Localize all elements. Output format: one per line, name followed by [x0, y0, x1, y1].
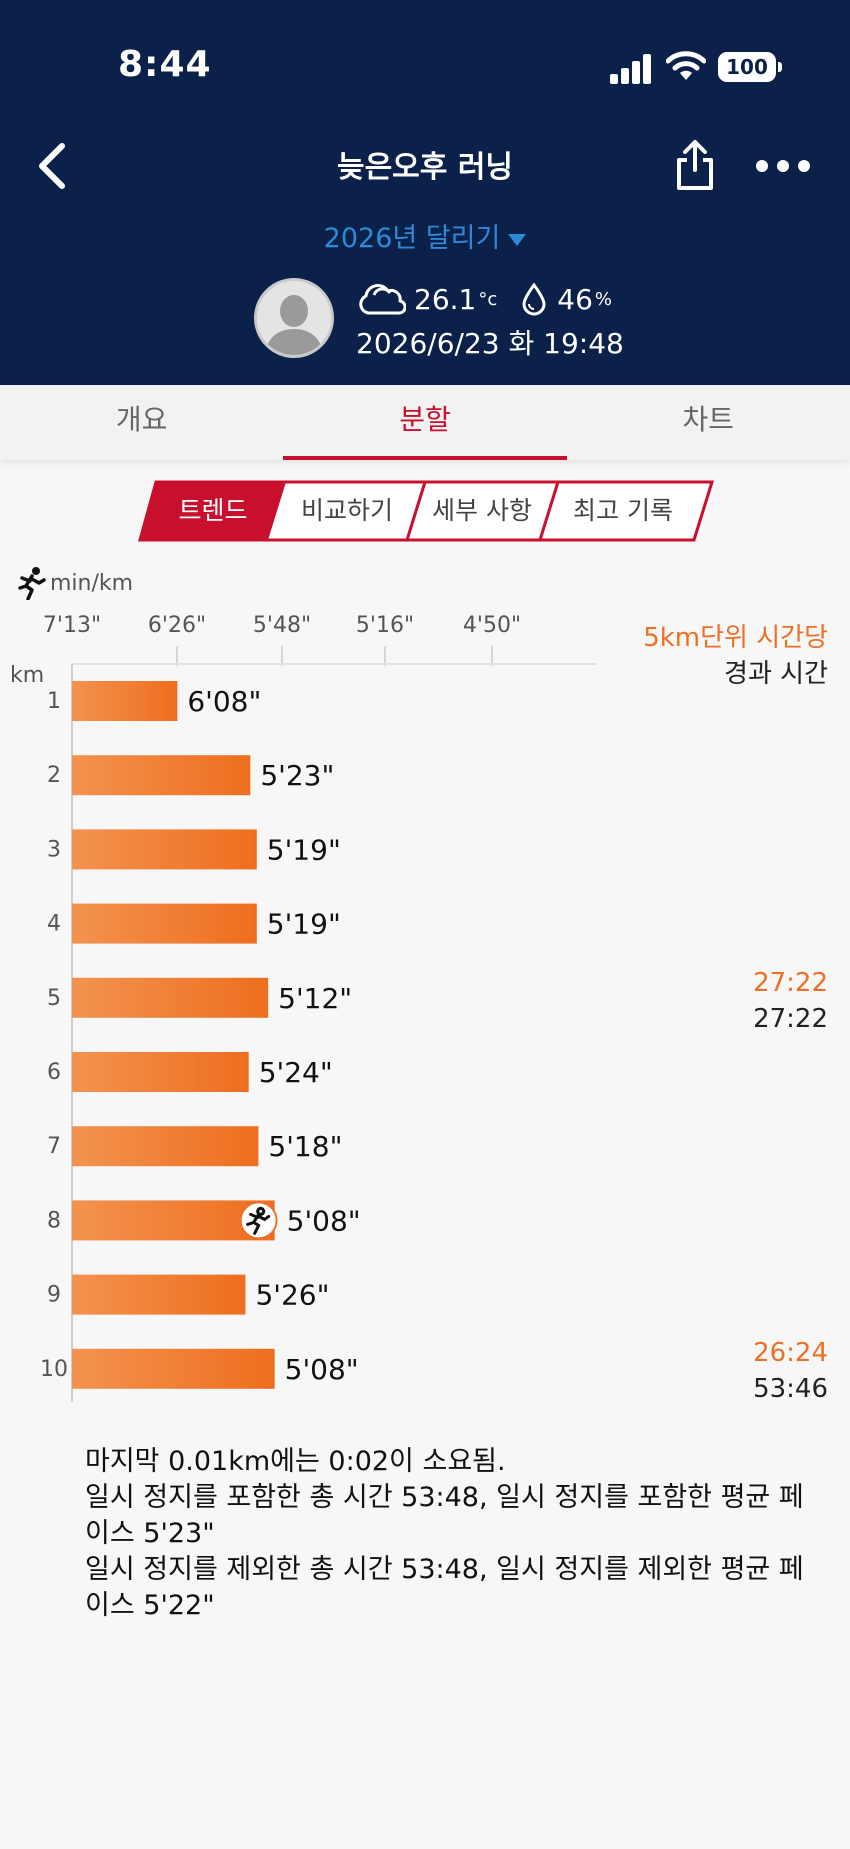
pace-value-label: 5'19"	[267, 908, 341, 941]
x-tick-label: 6'26"	[148, 613, 206, 638]
pace-value-label: 5'24"	[259, 1056, 333, 1089]
pace-chart-area: min/km 5km단위 시간당 경과 시간 7'13" 6'26" 5'48" 5'…	[0, 560, 850, 1420]
tab-charts[interactable]: 차트	[567, 385, 850, 460]
avatar	[254, 278, 334, 358]
tab-splits[interactable]: 분할	[283, 385, 567, 460]
person-silhouette-icon	[257, 281, 331, 355]
pace-bar	[72, 1126, 259, 1167]
weather-info: 26.1 °c 46 %	[356, 278, 612, 320]
pace-value-label: 5'23"	[260, 759, 334, 792]
humidity-value: 46	[557, 282, 593, 316]
km-label: 1	[47, 689, 61, 714]
battery-indicator: 100	[718, 52, 782, 82]
elapsed-time-5km: 27:22	[753, 1004, 828, 1034]
temperature-value: 26.1	[414, 282, 477, 316]
split-time-5km: 27:22	[753, 968, 828, 998]
status-time: 8:44	[118, 44, 212, 85]
activity-datetime: 2026/6/23 화 19:48	[356, 327, 624, 360]
split-time-10km: 26:24	[753, 1338, 828, 1368]
pace-bar	[72, 681, 178, 721]
wifi-icon	[666, 51, 706, 80]
pace-value-label: 5'18"	[268, 1130, 342, 1163]
pace-bar	[72, 829, 257, 870]
pace-value-label: 5'26"	[255, 1279, 329, 1312]
x-tick-label: 4'50"	[463, 613, 521, 638]
cellular-signal-icon	[610, 54, 652, 84]
main-tabs: 개요 분할 차트	[0, 385, 850, 460]
note-total-without-pause: 일시 정지를 제외한 총 시간 53:48, 일시 정지를 제외한 평균 페이스…	[85, 1554, 804, 1621]
share-button[interactable]	[674, 138, 716, 192]
pace-value-label: 5'12"	[278, 982, 352, 1015]
km-label: 4	[47, 912, 61, 937]
pace-value-label: 5'19"	[267, 833, 341, 866]
km-label: 10	[40, 1357, 68, 1382]
split-total-10km: 26:24 53:46	[753, 1335, 828, 1407]
cloud-icon	[359, 284, 406, 315]
caret-down-icon	[508, 233, 527, 246]
pace-value-label: 6'08"	[187, 685, 261, 718]
pace-bar-chart: 7'13" 6'26" 5'48" 5'16" 4'50" km1 6'08" 2 5'23" 3…	[10, 613, 597, 1402]
note-last-segment: 마지막 0.01km에는 0:02이 소요됨.	[85, 1446, 506, 1477]
pace-bar	[72, 977, 269, 1018]
pace-bar	[72, 903, 257, 944]
summary-notes: 마지막 0.01km에는 0:02이 소요됨. 일시 정지를 포함한 총 시간 …	[85, 1444, 805, 1624]
km-label: 7	[47, 1134, 61, 1159]
pace-value-label: 5'08"	[287, 1204, 361, 1237]
app-header: 8:44 100 늦은오후 러닝 2026년 달리기 26.1 °c 46 % …	[0, 0, 850, 385]
page-title: 늦은오후 러닝	[336, 150, 514, 185]
km-label: 6	[47, 1060, 61, 1085]
note-total-with-pause: 일시 정지를 포함한 총 시간 53:48, 일시 정지를 포함한 평균 페이스…	[85, 1482, 804, 1549]
year-selector[interactable]: 2026년 달리기	[0, 216, 850, 255]
km-label: 3	[47, 837, 61, 862]
pace-bar	[72, 1052, 249, 1092]
x-tick-label: 5'16"	[356, 613, 414, 638]
split-header-line1: 5km단위 시간당	[643, 623, 828, 653]
humidity-unit: %	[594, 288, 612, 310]
x-tick-label: 7'13"	[43, 613, 101, 638]
droplet-icon	[522, 282, 546, 316]
segment-trend[interactable]: 트렌드	[146, 480, 280, 542]
split-time-header: 5km단위 시간당 경과 시간	[643, 620, 828, 692]
year-selector-label: 2026년 달리기	[323, 223, 501, 254]
y-axis-label: km	[10, 663, 44, 688]
km-label: 2	[47, 763, 61, 788]
km-label: 8	[47, 1208, 61, 1233]
pace-bar	[72, 1348, 275, 1389]
km-label: 9	[47, 1283, 61, 1308]
segment-details[interactable]: 세부 사항	[414, 480, 550, 542]
more-options-button[interactable]	[756, 158, 810, 174]
elapsed-time-10km: 53:46	[753, 1374, 828, 1404]
km-label: 5	[47, 986, 61, 1011]
segment-compare[interactable]: 비교하기	[278, 480, 416, 542]
split-header-line2: 경과 시간	[724, 659, 828, 689]
temperature-unit: °c	[478, 288, 498, 310]
segment-control: 트렌드 비교하기 세부 사항 최고 기록	[138, 480, 714, 542]
x-tick-label: 5'48"	[253, 613, 311, 638]
pace-bar	[72, 1274, 246, 1315]
split-total-5km: 27:22 27:22	[753, 965, 828, 1037]
tab-overview[interactable]: 개요	[0, 385, 283, 460]
status-bar: 8:44 100	[0, 0, 850, 130]
pace-bar	[72, 755, 251, 796]
pace-value-label: 5'08"	[285, 1353, 359, 1386]
segment-best-records[interactable]: 최고 기록	[548, 480, 698, 542]
